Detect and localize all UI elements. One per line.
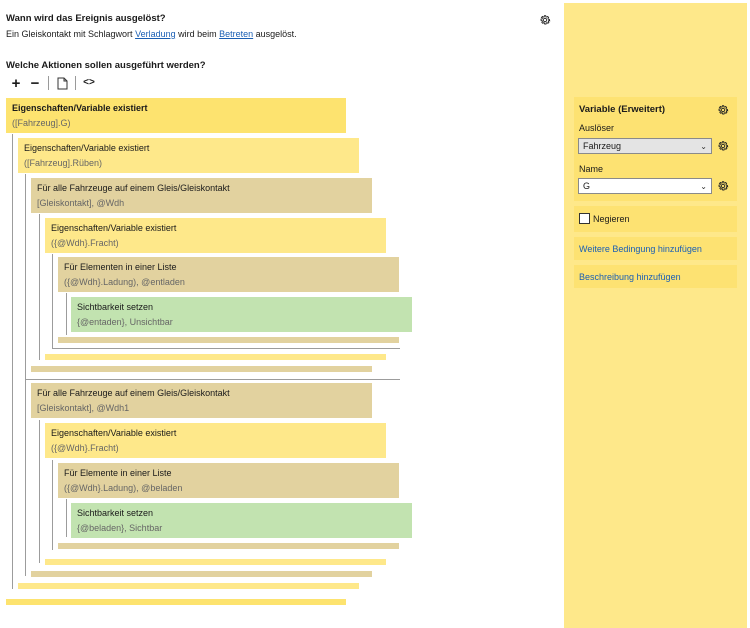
tree-separator	[25, 379, 400, 380]
node-params: ({@Wdh}.Fracht)	[51, 238, 119, 248]
tree-guide-line	[39, 214, 40, 360]
tree-node-loop[interactable]: Für alle Fahrzeuge auf einem Gleis/Gleis…	[31, 178, 372, 213]
name-field-label: Name	[579, 164, 604, 174]
actions-toolbar: + − <>	[8, 75, 97, 91]
code-view-button[interactable]: <>	[81, 75, 97, 91]
actions-question-heading: Welche Aktionen sollen ausgeführt werden…	[6, 60, 206, 71]
trigger-question-heading: Wann wird das Ereignis ausgelöst?	[6, 13, 166, 24]
tree-guide-line	[25, 174, 26, 576]
tree-node-condition[interactable]: Eigenschaften/Variable existiert ([Fahrz…	[6, 98, 346, 133]
tree-node-loop[interactable]: Für Elemente in einer Liste ({@Wdh}.Ladu…	[58, 463, 399, 498]
block-end-bar	[58, 543, 399, 549]
panel-settings-gear-icon[interactable]	[717, 104, 729, 116]
tree-node-condition[interactable]: Eigenschaften/Variable existiert ({@Wdh}…	[45, 218, 386, 253]
trigger-select-value: Fahrzeug	[583, 141, 622, 151]
node-params: ({@Wdh}.Ladung), @entladen	[64, 277, 185, 287]
node-title: Eigenschaften/Variable existiert	[51, 428, 177, 438]
tree-node-condition[interactable]: Eigenschaften/Variable existiert ({@Wdh}…	[45, 423, 386, 458]
negate-checkbox[interactable]	[579, 213, 590, 224]
trigger-settings-gear-icon[interactable]	[539, 14, 551, 26]
add-action-button[interactable]: +	[8, 75, 24, 91]
tree-node-action[interactable]: Sichtbarkeit setzen {@beladen}, Sichtbar	[71, 503, 412, 538]
node-params: [Gleiskontakt], @Wdh1	[37, 403, 130, 413]
node-params: [Gleiskontakt], @Wdh	[37, 198, 125, 208]
trigger-text-pre: Ein Gleiskontakt mit Schlagwort	[6, 29, 136, 39]
tree-guide-line	[39, 420, 40, 563]
trigger-field-label: Auslöser	[579, 123, 615, 133]
node-title: Sichtbarkeit setzen	[77, 302, 154, 312]
block-end-bar	[45, 354, 386, 360]
node-params: ({@Wdh}.Fracht)	[51, 443, 119, 453]
node-title: Eigenschaften/Variable existiert	[51, 223, 177, 233]
node-title: Eigenschaften/Variable existiert	[12, 103, 148, 113]
remove-action-button[interactable]: −	[27, 75, 43, 91]
keyword-link[interactable]: Verladung	[135, 29, 176, 39]
block-end-bar	[58, 337, 399, 343]
tree-node-condition[interactable]: Eigenschaften/Variable existiert ([Fahrz…	[18, 138, 359, 173]
node-title: Sichtbarkeit setzen	[77, 508, 154, 518]
panel-title: Variable (Erweitert)	[579, 104, 666, 115]
tree-guide-line	[66, 499, 67, 537]
tree-guide-line	[12, 134, 13, 589]
node-title: Für alle Fahrzeuge auf einem Gleis/Gleis…	[37, 388, 230, 398]
tree-separator	[52, 348, 400, 349]
document-copy-icon[interactable]	[54, 75, 70, 91]
chevron-down-icon: ⌄	[700, 141, 707, 151]
add-condition-link[interactable]: Weitere Bedingung hinzufügen	[579, 244, 702, 254]
node-params: ([Fahrzeug].Rüben)	[24, 158, 103, 168]
add-description-link[interactable]: Beschreibung hinzufügen	[579, 272, 681, 282]
tree-node-loop[interactable]: Für alle Fahrzeuge auf einem Gleis/Gleis…	[31, 383, 372, 418]
node-title: Für Elementen in einer Liste	[64, 262, 177, 272]
tree-node-loop[interactable]: Für Elementen in einer Liste ({@Wdh}.Lad…	[58, 257, 399, 292]
tree-node-action[interactable]: Sichtbarkeit setzen {@entaden}, Unsichtb…	[71, 297, 412, 332]
block-end-bar	[31, 571, 372, 577]
tree-guide-line	[52, 460, 53, 550]
node-title: Für Elemente in einer Liste	[64, 468, 172, 478]
event-link[interactable]: Betreten	[219, 29, 253, 39]
trigger-gear-icon[interactable]	[717, 140, 729, 152]
trigger-text-post: ausgelöst.	[253, 29, 297, 39]
name-select-value: G	[583, 181, 591, 191]
toolbar-divider	[75, 76, 76, 90]
trigger-select[interactable]: Fahrzeug ⌄	[578, 138, 712, 154]
block-end-bar	[31, 366, 372, 372]
tree-guide-line	[66, 293, 67, 335]
chevron-down-icon: ⌄	[700, 181, 707, 191]
tree-guide-line	[52, 254, 53, 348]
name-select[interactable]: G ⌄	[578, 178, 712, 194]
block-end-bar	[6, 599, 346, 605]
trigger-text-mid: wird beim	[175, 29, 220, 39]
node-params: {@beladen}, Sichtbar	[77, 523, 163, 533]
toolbar-divider	[48, 76, 49, 90]
trigger-sentence: Ein Gleiskontakt mit Schlagwort Verladun…	[6, 29, 297, 39]
block-end-bar	[45, 559, 386, 565]
name-gear-icon[interactable]	[717, 180, 729, 192]
node-params: {@entaden}, Unsichtbar	[77, 317, 173, 327]
node-params: ({@Wdh}.Ladung), @beladen	[64, 483, 183, 493]
node-params: ([Fahrzeug].G)	[12, 118, 71, 128]
negate-label: Negieren	[593, 214, 630, 224]
block-end-bar	[18, 583, 359, 589]
node-title: Eigenschaften/Variable existiert	[24, 143, 150, 153]
node-title: Für alle Fahrzeuge auf einem Gleis/Gleis…	[37, 183, 230, 193]
